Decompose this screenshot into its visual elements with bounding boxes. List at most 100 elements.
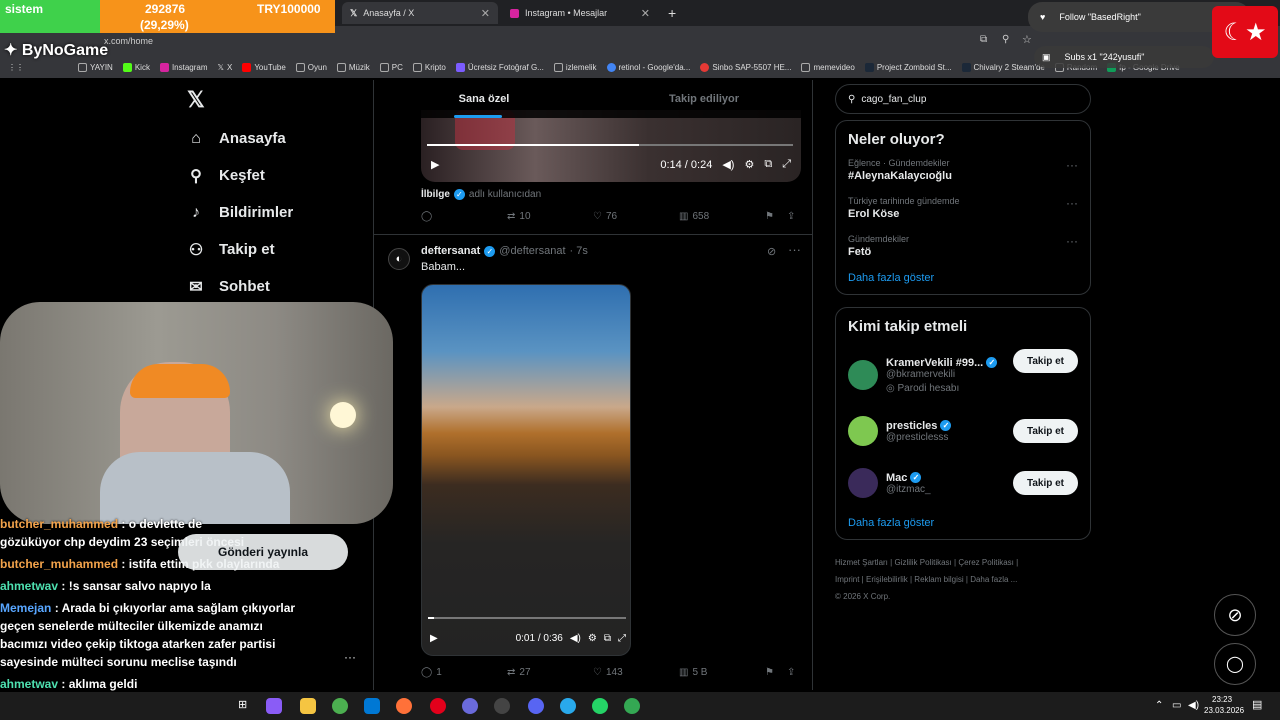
mail-icon[interactable]: [364, 698, 380, 714]
bookmark-item[interactable]: YAYIN: [78, 62, 113, 72]
follow-suggestion[interactable]: presticles ✓ @presticlesss Takip et: [848, 405, 1078, 457]
post-time[interactable]: · 7s: [570, 245, 588, 257]
post-button[interactable]: Gönderi yayınla: [178, 534, 348, 570]
more-icon[interactable]: ···: [1066, 234, 1078, 248]
nav-item-home[interactable]: ⌂ Anasayfa: [187, 120, 370, 157]
settings-icon[interactable]: ⚙: [744, 158, 754, 171]
miniplayer-icon[interactable]: ⧉: [604, 633, 611, 644]
follow-suggestion[interactable]: KramerVekili #99... ✓ @bkramervekili ◎ P…: [848, 345, 1078, 405]
install-icon[interactable]: ⧉: [980, 34, 987, 45]
star-icon[interactable]: ☆: [1022, 33, 1032, 46]
avatar[interactable]: [848, 360, 878, 390]
more-icon[interactable]: ···: [788, 242, 801, 257]
bookmark-item[interactable]: memevideo: [801, 62, 855, 72]
repost-button[interactable]: ⇄ 27: [507, 667, 593, 678]
more-icon[interactable]: ···: [1066, 196, 1078, 210]
chrome-icon[interactable]: [624, 698, 640, 714]
bookmark-item[interactable]: retinol - Google'da...: [606, 62, 690, 72]
bookmark-button[interactable]: ⚑: [765, 667, 787, 678]
author-name[interactable]: deftersanat: [421, 245, 480, 257]
discord-icon[interactable]: [528, 698, 544, 714]
tab-instagram[interactable]: Instagram • Mesajlar ✕: [502, 2, 658, 24]
footer-link[interactable]: Gizlilik Politikası: [894, 558, 951, 567]
bookmark-item[interactable]: Kick: [122, 62, 150, 72]
tab-following[interactable]: Takip ediliyor: [594, 80, 812, 118]
avatar[interactable]: [848, 416, 878, 446]
like-button[interactable]: ♡ 76: [593, 211, 679, 222]
trend-item[interactable]: Türkiye tarihinde gündemde Erol Köse ···: [848, 196, 1078, 220]
bookmark-item[interactable]: izlemelik: [553, 62, 597, 72]
copilot-icon[interactable]: [266, 698, 282, 714]
nav-item-notifications[interactable]: ♪ Bildirimler: [187, 194, 370, 231]
bookmark-item[interactable]: Kripto: [412, 62, 446, 72]
play-icon[interactable]: ▶: [431, 158, 439, 171]
settings-icon[interactable]: ⚙: [588, 633, 597, 644]
nav-item-explore[interactable]: ⚲ Keşfet: [187, 157, 370, 194]
bookmark-button[interactable]: ⚑: [765, 211, 787, 222]
task-view-icon[interactable]: ⊞: [238, 698, 254, 714]
footer-link[interactable]: Daha fazla ...: [970, 575, 1017, 584]
play-icon[interactable]: ▶: [430, 633, 438, 644]
video-progress-track[interactable]: [428, 617, 626, 619]
tab-for-you[interactable]: Sana özel: [374, 80, 594, 118]
show-more-link[interactable]: Daha fazla göster: [848, 272, 1078, 284]
tab-x-home[interactable]: 𝕏 Anasayfa / X ✕: [342, 2, 498, 24]
bookmark-item[interactable]: Ücretsiz Fotoğraf G...: [455, 62, 544, 72]
notification-icon[interactable]: ▤: [1252, 698, 1262, 711]
follow-button[interactable]: Takip et: [1013, 349, 1078, 373]
chrome-icon[interactable]: [332, 698, 348, 714]
footer-link[interactable]: Çerez Politikası: [958, 558, 1014, 567]
clock-time[interactable]: 23:23: [1212, 695, 1232, 704]
trend-item[interactable]: Eğlence · Gündemdekiler #AleynaKalaycıoğ…: [848, 158, 1078, 182]
whatsapp-icon[interactable]: [592, 698, 608, 714]
volume-icon[interactable]: ◀): [570, 633, 581, 644]
clock-date[interactable]: 23.03.2026: [1204, 706, 1244, 715]
author-handle[interactable]: @deftersanat: [499, 245, 565, 257]
bookmark-item[interactable]: 𝕏X: [218, 63, 233, 72]
follow-button[interactable]: Takip et: [1013, 471, 1078, 495]
video-player[interactable]: ▶ 0:01 / 0:36 ◀) ⚙ ⧉ ⤢: [421, 284, 631, 656]
repost-button[interactable]: ⇄ 10: [507, 211, 593, 222]
app-icon[interactable]: [462, 698, 478, 714]
network-icon[interactable]: ▭: [1172, 700, 1181, 711]
obs-icon[interactable]: [494, 698, 510, 714]
bookmark-item[interactable]: Müzik: [336, 62, 370, 72]
avatar[interactable]: ◐: [388, 248, 410, 270]
bookmark-item[interactable]: PC: [379, 62, 403, 72]
views-button[interactable]: ▥ 658: [679, 211, 765, 222]
zoom-icon[interactable]: ⚲: [1002, 34, 1009, 45]
close-icon[interactable]: ✕: [641, 7, 650, 20]
views-button[interactable]: ▥ 5 B: [679, 667, 765, 678]
new-tab-button[interactable]: +: [660, 2, 684, 24]
reply-button[interactable]: ◯: [421, 211, 507, 222]
more-icon[interactable]: ···: [1066, 158, 1078, 172]
follow-button[interactable]: Takip et: [1013, 419, 1078, 443]
grok-button[interactable]: ⊘: [1214, 594, 1256, 636]
video-player[interactable]: ▶ 0:14 / 0:24 ◀) ⚙ ⧉ ⤢: [421, 110, 801, 182]
fullscreen-icon[interactable]: ⤢: [782, 158, 791, 171]
bookmark-item[interactable]: Oyun: [295, 62, 327, 72]
firefox-icon[interactable]: [396, 698, 412, 714]
attribution-name[interactable]: İlbilge: [421, 189, 450, 200]
apps-icon[interactable]: ⋮⋮: [8, 63, 68, 72]
footer-link[interactable]: Hizmet Şartları: [835, 558, 888, 567]
avatar[interactable]: [848, 468, 878, 498]
trend-item[interactable]: Gündemdekiler Fetö ···: [848, 234, 1078, 258]
url-field[interactable]: x.com/home: [104, 36, 153, 46]
volume-icon[interactable]: ◀): [1188, 700, 1199, 711]
share-button[interactable]: ⇪: [787, 211, 795, 222]
tray-chevron-icon[interactable]: ⌃: [1155, 700, 1163, 711]
follow-suggestion[interactable]: Mac ✓ @itzmac_ Takip et: [848, 457, 1078, 509]
opera-icon[interactable]: [430, 698, 446, 714]
bookmark-item[interactable]: Project Zomboid St...: [864, 62, 952, 72]
footer-link[interactable]: Reklam bilgisi: [914, 575, 963, 584]
bookmark-item[interactable]: Chivalry 2 Steam'de: [961, 62, 1045, 72]
like-button[interactable]: ♡ 143: [593, 667, 679, 678]
more-icon[interactable]: ···: [344, 650, 356, 664]
search-input[interactable]: ⚲ cago_fan_clup: [835, 84, 1091, 114]
nav-item-chat[interactable]: ✉ Sohbet: [187, 268, 370, 305]
bookmark-item[interactable]: Sinbo SAP-5507 HE...: [700, 62, 791, 72]
messages-button[interactable]: ◯: [1214, 643, 1256, 685]
bookmark-item[interactable]: YouTube: [242, 62, 286, 72]
fullscreen-icon[interactable]: ⤢: [618, 633, 626, 644]
